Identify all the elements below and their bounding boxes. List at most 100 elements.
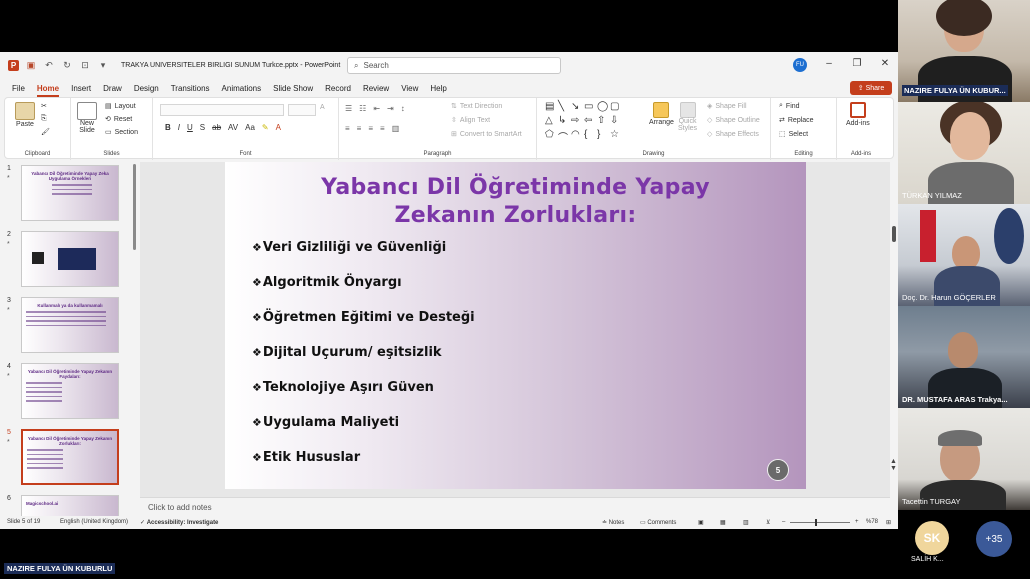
reset-button[interactable]: ⟲ Reset [105,115,132,124]
slideshow-view-icon[interactable]: ⊻ [766,519,770,526]
menu-review[interactable]: Review [363,84,389,93]
shape-bent-arrow-icon[interactable]: ↳ [558,115,571,129]
bullet-item[interactable]: ❖Etik Hususlar [252,450,360,465]
menu-design[interactable]: Design [134,84,159,93]
align-center-icon[interactable]: ≡ [357,124,362,133]
slide-scrollbar-thumb[interactable] [892,226,896,242]
increase-indent-icon[interactable]: ⇥ [387,104,394,113]
zoom-level[interactable]: %78 [866,519,878,525]
notes-pane[interactable]: Click to add notes [140,497,890,517]
scroll-arrows-icon[interactable]: ▲ ▼ [890,458,897,472]
shape-line-icon[interactable]: ╲ [558,101,571,115]
current-slide[interactable]: Yabancı Dil Öğretiminde Yapay Zekanın Zo… [225,162,806,489]
align-left-icon[interactable]: ≡ [345,124,350,133]
more-participants-button[interactable]: +35 [976,521,1012,557]
change-case-button[interactable]: Aa [245,123,255,132]
cut-icon[interactable]: ✂ [41,102,47,110]
participant-tile[interactable]: Tacettin TURGAY [898,408,1030,510]
shadow-button[interactable]: S [200,123,205,132]
align-right-icon[interactable]: ≡ [368,124,373,133]
menu-home[interactable]: Home [36,84,60,97]
decrease-indent-icon[interactable]: ⇤ [373,104,380,113]
close-icon[interactable]: ✕ [878,58,892,69]
highlight-icon[interactable]: ✎ [262,123,269,132]
find-button[interactable]: ⌕ Find [779,102,800,110]
shape-outline-button[interactable]: ◇ Shape Outline [707,116,760,125]
shape-arrow-left-icon[interactable]: ⇦ [584,115,597,129]
shape-effects-button[interactable]: ◇ Shape Effects [707,130,759,139]
zoom-out-icon[interactable]: – [782,519,785,525]
redo-icon[interactable]: ↻ [61,59,73,71]
shape-oval-icon[interactable]: ◯ [597,101,610,115]
present-icon[interactable]: ⊡ [79,59,91,71]
undo-icon[interactable]: ↶ [43,59,55,71]
font-name-select[interactable] [160,104,284,116]
thumbnails-scrollbar[interactable] [133,164,136,250]
copy-icon[interactable]: ⎘ [41,115,47,123]
slide-thumbnail[interactable]: Yabancı Dil Öğretiminde Yapay Zekanın Fa… [21,363,119,419]
fit-slide-icon[interactable]: ⊞ [886,519,891,526]
menu-animations[interactable]: Animations [222,84,262,93]
shape-arrow-right-icon[interactable]: ⇨ [571,115,584,129]
zoom-slider[interactable] [790,522,850,523]
shape-star-icon[interactable]: ☆ [610,129,623,143]
strikethrough-button[interactable]: ab [212,123,221,132]
slide-thumbnail-selected[interactable]: Yabancı Dil Öğretiminde Yapay Zekanın Zo… [21,429,119,485]
bullet-item[interactable]: ❖Algoritmik Önyargı [252,275,402,290]
zoom-in-icon[interactable]: + [855,519,859,525]
bullet-item[interactable]: ❖Öğretmen Eğitimi ve Desteği [252,310,475,325]
normal-view-icon[interactable]: ▣ [698,519,704,526]
zoom-slider-thumb[interactable] [815,519,817,526]
reading-view-icon[interactable]: ▥ [743,519,749,526]
shape-textbox-icon[interactable]: ▤ [545,101,558,115]
language-status[interactable]: English (United Kingdom) [60,519,128,525]
format-painter-icon[interactable]: 🖌 [41,128,50,136]
menu-insert[interactable]: Insert [71,84,91,93]
text-direction-button[interactable]: ⇅ Text Direction [451,102,502,111]
slide-sorter-icon[interactable]: ▦ [720,519,726,526]
select-button[interactable]: ⬚ Select [779,130,808,139]
bold-button[interactable]: B [165,123,171,132]
numbering-icon[interactable]: ☷ [359,104,366,113]
convert-smartart-button[interactable]: ⊞ Convert to SmartArt [451,130,522,139]
slide-thumbnail[interactable] [21,231,119,287]
participant-tile[interactable]: DR. MUSTAFA ARAS Trakya... [898,306,1030,408]
menu-help[interactable]: Help [430,84,446,93]
bullets-icon[interactable]: ☰ [345,104,352,113]
section-button[interactable]: ▭ Section [105,128,138,137]
shape-arrow-up-icon[interactable]: ⇧ [597,115,610,129]
shape-arrow-down-icon[interactable]: ⇩ [610,115,623,129]
slide-title-line-1[interactable]: Yabancı Dil Öğretiminde Yapay [225,174,806,202]
shape-polygon-icon[interactable]: ⬠ [545,129,558,143]
justify-icon[interactable]: ≡ [380,124,385,133]
menu-record[interactable]: Record [325,84,351,93]
underline-button[interactable]: U [187,123,193,132]
bullet-item[interactable]: ❖Dijital Uçurum/ eşitsizlik [252,345,442,360]
save-icon[interactable]: ▣ [25,59,37,71]
line-spacing-icon[interactable]: ↕ [401,104,405,113]
share-button[interactable]: ⇪ Share [850,81,892,95]
shape-fill-button[interactable]: ◈ Shape Fill [707,102,747,111]
paste-button[interactable]: Paste [15,102,35,128]
char-spacing-button[interactable]: AV [228,123,238,132]
user-avatar[interactable]: FU [793,58,807,72]
layout-button[interactable]: ▤ Layout [105,102,136,111]
replace-button[interactable]: ⇄ Replace [779,116,814,125]
participant-tile[interactable]: TÜRKAN YILMAZ [898,102,1030,204]
quick-styles-button[interactable]: Quick Styles [678,102,697,132]
font-size-select[interactable] [288,104,316,116]
align-text-button[interactable]: ⇳ Align Text [451,116,490,125]
slide-title-line-2[interactable]: Zekanın Zorlukları: [225,202,806,230]
participant-avatar[interactable]: SK [915,521,949,555]
shape-brace-right-icon[interactable]: } [597,129,610,143]
bullet-item[interactable]: ❖Veri Gizliliği ve Güvenliği [252,240,446,255]
participant-tile[interactable]: NAZIRE FULYA ÜN KUBUR... [898,0,1030,102]
shape-rectangle-icon[interactable]: ▭ [584,101,597,115]
addins-button[interactable]: Add-ins [846,102,870,127]
italic-button[interactable]: I [178,123,180,132]
menu-file[interactable]: File [12,84,25,93]
menu-slide-show[interactable]: Slide Show [273,84,313,93]
search-input[interactable]: ⌕ Search [347,57,561,74]
shape-triangle-icon[interactable]: △ [545,115,558,129]
comments-button[interactable]: ▭ Comments [640,519,676,526]
